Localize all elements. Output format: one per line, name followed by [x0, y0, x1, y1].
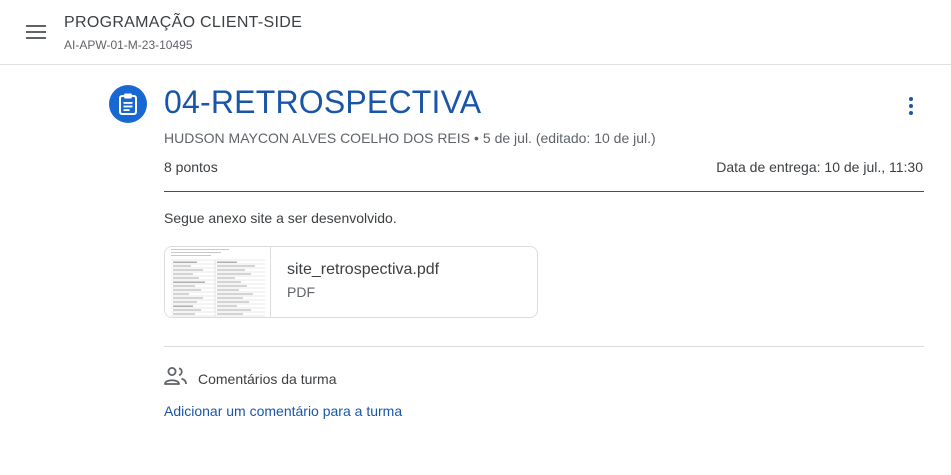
author-name: HUDSON MAYCON ALVES COELHO DOS REIS — [164, 130, 470, 146]
attachment-type: PDF — [287, 284, 315, 300]
add-class-comment-link[interactable]: Adicionar um comentário para a turma — [164, 403, 402, 419]
class-comments-header: Comentários da turma — [164, 366, 337, 391]
course-code: AI-APW-01-M-23-10495 — [64, 38, 193, 52]
course-title[interactable]: PROGRAMAÇÃO CLIENT-SIDE — [64, 14, 302, 32]
header-divider — [164, 191, 924, 192]
more-options-icon[interactable] — [898, 93, 924, 119]
assignment-description: Segue anexo site a ser desenvolvido. — [164, 210, 397, 226]
assignment-meta: HUDSON MAYCON ALVES COELHO DOS REIS • 5 de… — [164, 130, 656, 146]
points-label: 8 pontos — [164, 159, 218, 175]
people-icon — [164, 366, 188, 391]
due-date: Data de entrega: 10 de jul., 11:30 — [716, 159, 923, 175]
assignment-clipboard-icon — [109, 85, 147, 123]
comments-label: Comentários da turma — [198, 370, 337, 387]
meta-separator: • — [474, 130, 479, 146]
assignment-title: 04-RETROSPECTIVA — [164, 84, 482, 120]
attachment-name[interactable]: site_retrospectiva.pdf — [287, 261, 439, 279]
top-app-bar: PROGRAMAÇÃO CLIENT-SIDE AI-APW-01-M-23-1… — [0, 0, 951, 65]
hamburger-menu-icon[interactable] — [20, 18, 52, 46]
post-date: 5 de jul. (editado: 10 de jul.) — [482, 130, 656, 146]
attachment-card[interactable]: site_retrospectiva.pdf PDF — [164, 246, 538, 318]
pdf-thumbnail — [165, 247, 271, 317]
comments-divider — [164, 346, 924, 347]
attachment-info: site_retrospectiva.pdf PDF — [271, 247, 455, 317]
